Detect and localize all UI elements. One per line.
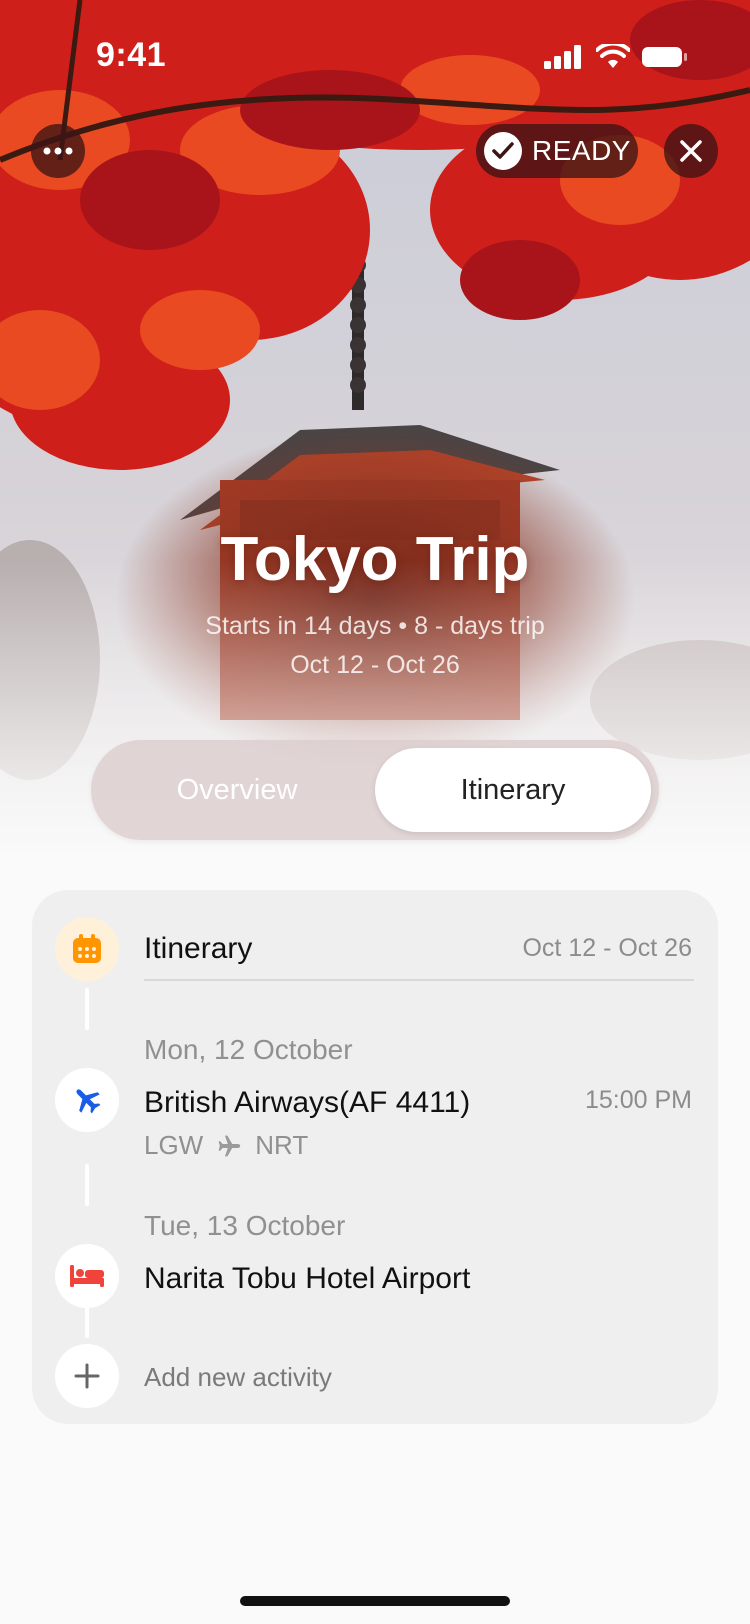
flight-time: 15:00 PM [584, 1086, 692, 1114]
itinerary-header-label: Itinerary [144, 932, 253, 965]
tab-itinerary[interactable]: Itinerary [375, 748, 651, 832]
more-options-button[interactable] [31, 124, 85, 178]
itinerary-header-dates: Oct 12 - Oct 26 [522, 934, 692, 962]
add-activity-button[interactable] [55, 1344, 119, 1408]
ready-status-badge[interactable]: READY [476, 124, 638, 178]
close-icon [680, 140, 702, 162]
flight-route: LGW NRT [144, 1130, 308, 1161]
add-activity-label[interactable]: Add new activity [144, 1362, 332, 1393]
trip-dates: Oct 12 - Oct 26 [290, 651, 460, 679]
status-time: 9:41 [96, 36, 167, 74]
hero-banner [0, 0, 750, 860]
calendar-icon [55, 917, 119, 981]
signal-icon [544, 45, 581, 69]
tab-switcher: Overview Itinerary [91, 740, 659, 840]
flight-title[interactable]: British Airways(AF 4411) [144, 1086, 470, 1120]
day-label: Tue, 13 October [144, 1210, 346, 1241]
airplane-icon [55, 1068, 119, 1132]
route-destination: NRT [255, 1130, 309, 1160]
trip-title: Tokyo Trip [220, 525, 530, 594]
status-icons [544, 44, 688, 70]
tab-overview[interactable]: Overview [99, 748, 375, 832]
itinerary-card: Itinerary Oct 12 - Oct 26 Mon, 12 Octobe… [32, 890, 718, 1424]
trip-subtitle: Starts in 14 days • 8 - days trip [205, 612, 545, 640]
day-label: Mon, 12 October [144, 1034, 353, 1065]
checkmark-icon [484, 132, 522, 170]
battery-icon [642, 47, 687, 67]
timeline-connector [85, 1164, 89, 1206]
divider [144, 979, 694, 981]
route-origin: LGW [144, 1130, 204, 1160]
ellipsis-icon [43, 147, 73, 155]
home-indicator[interactable] [240, 1596, 510, 1606]
wifi-icon [596, 44, 630, 68]
timeline-connector [85, 988, 89, 1030]
plus-icon [74, 1363, 100, 1389]
timeline-connector [85, 1296, 89, 1338]
close-button[interactable] [664, 124, 718, 178]
ready-label: READY [532, 135, 631, 166]
airplane-route-icon [218, 1135, 241, 1156]
hotel-title[interactable]: Narita Tobu Hotel Airport [144, 1262, 470, 1296]
